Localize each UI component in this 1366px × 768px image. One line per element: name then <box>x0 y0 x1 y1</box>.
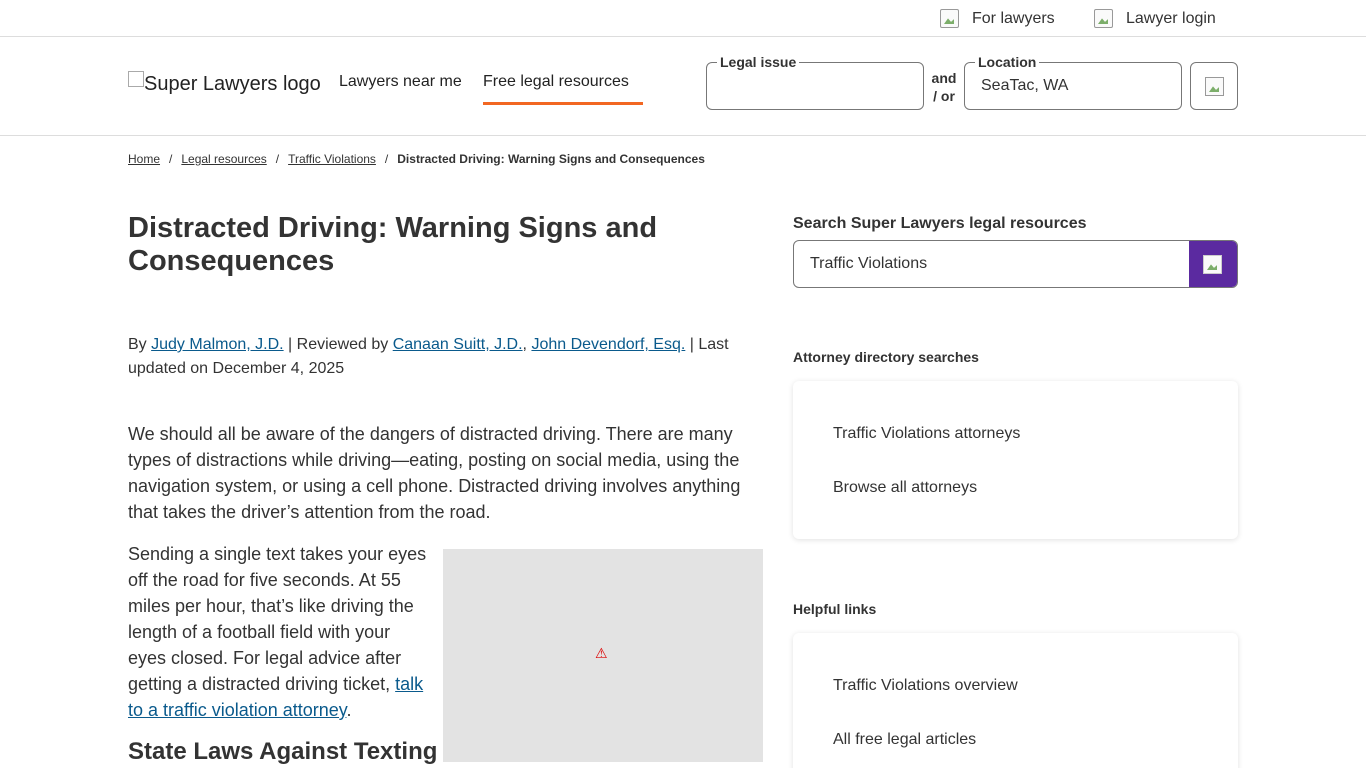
helpful-links-heading: Helpful links <box>793 601 877 617</box>
breadcrumb-separator: / <box>169 152 173 166</box>
section-heading: State Laws Against Texting <box>128 738 438 765</box>
sidebar-search-box[interactable] <box>793 240 1238 288</box>
nav-lawyers-near-me[interactable]: Lawyers near me <box>339 73 462 91</box>
browse-all-attorneys-link[interactable]: Browse all attorneys <box>833 479 977 497</box>
for-lawyers-label: For lawyers <box>972 9 1055 27</box>
reviewer-link-2[interactable]: John Devendorf, Esq. <box>531 336 685 353</box>
article-image: ⚠ <box>443 549 763 762</box>
warning-icon: ⚠ <box>595 645 608 661</box>
paragraph-text: Sending a single text takes your eyes of… <box>128 544 427 694</box>
search-icon <box>1203 255 1222 274</box>
location-input[interactable] <box>981 77 1166 95</box>
breadcrumb-separator: / <box>384 152 389 166</box>
logo-alt-text: Super Lawyers logo <box>144 73 321 95</box>
byline: By Judy Malmon, J.D. | Reviewed by Canaa… <box>128 333 768 381</box>
byline-by: By <box>128 336 152 353</box>
breadcrumb-current: Distracted Driving: Warning Signs and Co… <box>397 152 705 166</box>
nav-free-legal-resources[interactable]: Free legal resources <box>483 73 629 91</box>
byline-reviewed: | Reviewed by <box>283 336 393 353</box>
article-title: Distracted Driving: Warning Signs and Co… <box>128 212 658 277</box>
sidebar-search-label: Search Super Lawyers legal resources <box>793 215 1087 232</box>
article-paragraph: We should all be aware of the dangers of… <box>128 424 741 522</box>
search-icon <box>1205 77 1224 96</box>
and-or-separator: and / or <box>931 70 957 104</box>
site-header: Super Lawyers logo Lawyers near me Free … <box>0 37 1366 136</box>
super-lawyers-logo[interactable]: Super Lawyers logo <box>128 70 321 96</box>
reviewer-link-1[interactable]: Canaan Suitt, J.D. <box>393 336 523 353</box>
breadcrumb: Home / Legal resources / Traffic Violati… <box>128 152 705 166</box>
for-lawyers-link[interactable]: For lawyers <box>940 9 1055 28</box>
legal-issue-input[interactable] <box>723 77 908 95</box>
lawyer-login-label: Lawyer login <box>1126 9 1216 27</box>
user-icon <box>1094 9 1113 28</box>
traffic-violations-overview-link[interactable]: Traffic Violations overview <box>833 677 1018 695</box>
author-link[interactable]: Judy Malmon, J.D. <box>151 336 283 353</box>
breadcrumb-home[interactable]: Home <box>128 152 160 166</box>
legal-issue-field[interactable]: Legal issue <box>706 54 924 110</box>
paragraph-end: . <box>346 700 352 720</box>
traffic-violations-attorneys-link[interactable]: Traffic Violations attorneys <box>833 425 1020 443</box>
attorney-directory-card: Traffic Violations attorneys Browse all … <box>793 381 1238 539</box>
utility-bar: For lawyers Lawyer login <box>0 0 1366 37</box>
location-label: Location <box>975 54 1040 70</box>
sidebar-search-input[interactable] <box>810 255 1170 273</box>
legal-issue-label: Legal issue <box>717 54 800 70</box>
sidebar-search-button[interactable] <box>1189 241 1237 287</box>
helpful-links-card: Traffic Violations overview All free leg… <box>793 633 1238 768</box>
location-field[interactable]: Location <box>964 54 1182 110</box>
breadcrumb-separator: / <box>275 152 280 166</box>
briefcase-icon <box>940 9 959 28</box>
attorney-directory-heading: Attorney directory searches <box>793 349 979 365</box>
breadcrumb-traffic-violations[interactable]: Traffic Violations <box>288 152 376 166</box>
broken-image-icon <box>128 70 144 87</box>
active-nav-underline <box>483 102 643 105</box>
header-search-button[interactable] <box>1190 62 1238 110</box>
article-paragraph: Sending a single text takes your eyes of… <box>128 541 428 723</box>
breadcrumb-legal-resources[interactable]: Legal resources <box>181 152 266 166</box>
lawyer-login-link[interactable]: Lawyer login <box>1094 9 1216 28</box>
all-free-legal-articles-link[interactable]: All free legal articles <box>833 731 976 749</box>
